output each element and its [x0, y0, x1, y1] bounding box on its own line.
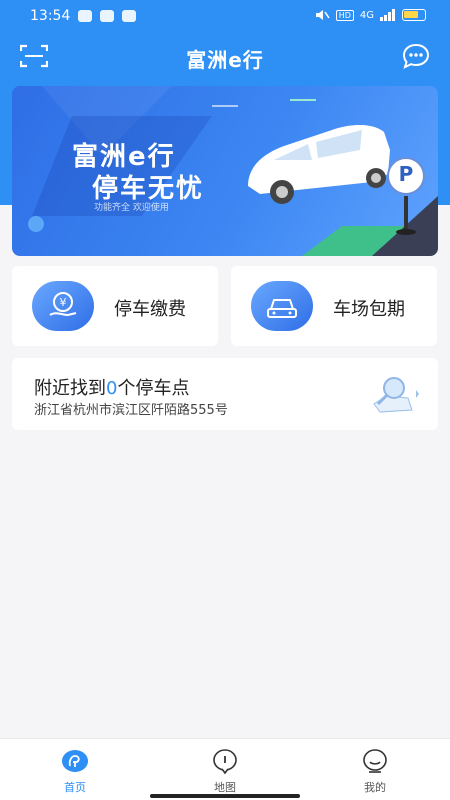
profile-icon — [363, 749, 387, 773]
nearby-suffix: 个停车点 — [117, 378, 190, 399]
yuan-payment-icon: ¥ — [32, 281, 94, 331]
status-time: 13:54 — [30, 8, 71, 24]
status-bar: 13:54 HD 4G — [0, 0, 450, 34]
signal-icon — [380, 9, 395, 21]
promo-banner[interactable]: 富洲e行 停车无忧 功能齐全 欢迎使用 P — [12, 86, 438, 256]
more-icon[interactable] — [402, 43, 430, 69]
lot-subscription-button[interactable]: 车场包期 — [231, 266, 437, 346]
page-title: 富洲e行 — [186, 48, 264, 72]
mute-icon — [315, 10, 330, 20]
chat-notification-icon — [78, 10, 92, 22]
battery-icon — [402, 9, 426, 21]
cloud-notification-icon — [122, 10, 136, 22]
hd-badge: HD — [335, 9, 354, 21]
svg-text:¥: ¥ — [60, 296, 67, 309]
parking-payment-button[interactable]: ¥ 停车缴费 — [12, 266, 218, 346]
nav-profile-label: 我的 — [364, 781, 386, 794]
parking-payment-label: 停车缴费 — [114, 299, 186, 320]
map-search-icon — [373, 377, 419, 413]
bottom-navigation: 首页 地图 我的 — [0, 738, 450, 800]
car-icon — [251, 281, 313, 331]
network-type: 4G — [359, 9, 374, 21]
nearby-prefix: 附近找到 — [34, 378, 106, 399]
lot-subscription-label: 车场包期 — [333, 299, 405, 320]
nav-map-label: 地图 — [214, 781, 236, 794]
map-pin-icon — [213, 749, 237, 775]
nearby-count: 0 — [106, 378, 118, 399]
home-icon — [62, 750, 88, 772]
nav-profile[interactable]: 我的 — [335, 747, 415, 795]
eye-notification-icon — [100, 10, 114, 22]
parking-sign-letter: P — [398, 162, 414, 186]
status-notification-icons — [78, 10, 136, 22]
banner-subtext: 功能齐全 欢迎使用 — [94, 203, 169, 213]
current-address: 浙江省杭州市滨江区阡陌路555号 — [34, 403, 228, 418]
status-right-icons: HD 4G — [314, 9, 426, 21]
nav-map[interactable]: 地图 — [185, 747, 265, 795]
nearby-title: 附近找到0个停车点 — [34, 374, 189, 400]
nav-home-label: 首页 — [64, 781, 86, 794]
nearby-parking-card[interactable]: 附近找到0个停车点 浙江省杭州市滨江区阡陌路555号 — [12, 358, 438, 430]
app-header: 富洲e行 — [0, 34, 450, 80]
home-indicator[interactable] — [150, 794, 300, 798]
nav-home[interactable]: 首页 — [35, 747, 115, 795]
